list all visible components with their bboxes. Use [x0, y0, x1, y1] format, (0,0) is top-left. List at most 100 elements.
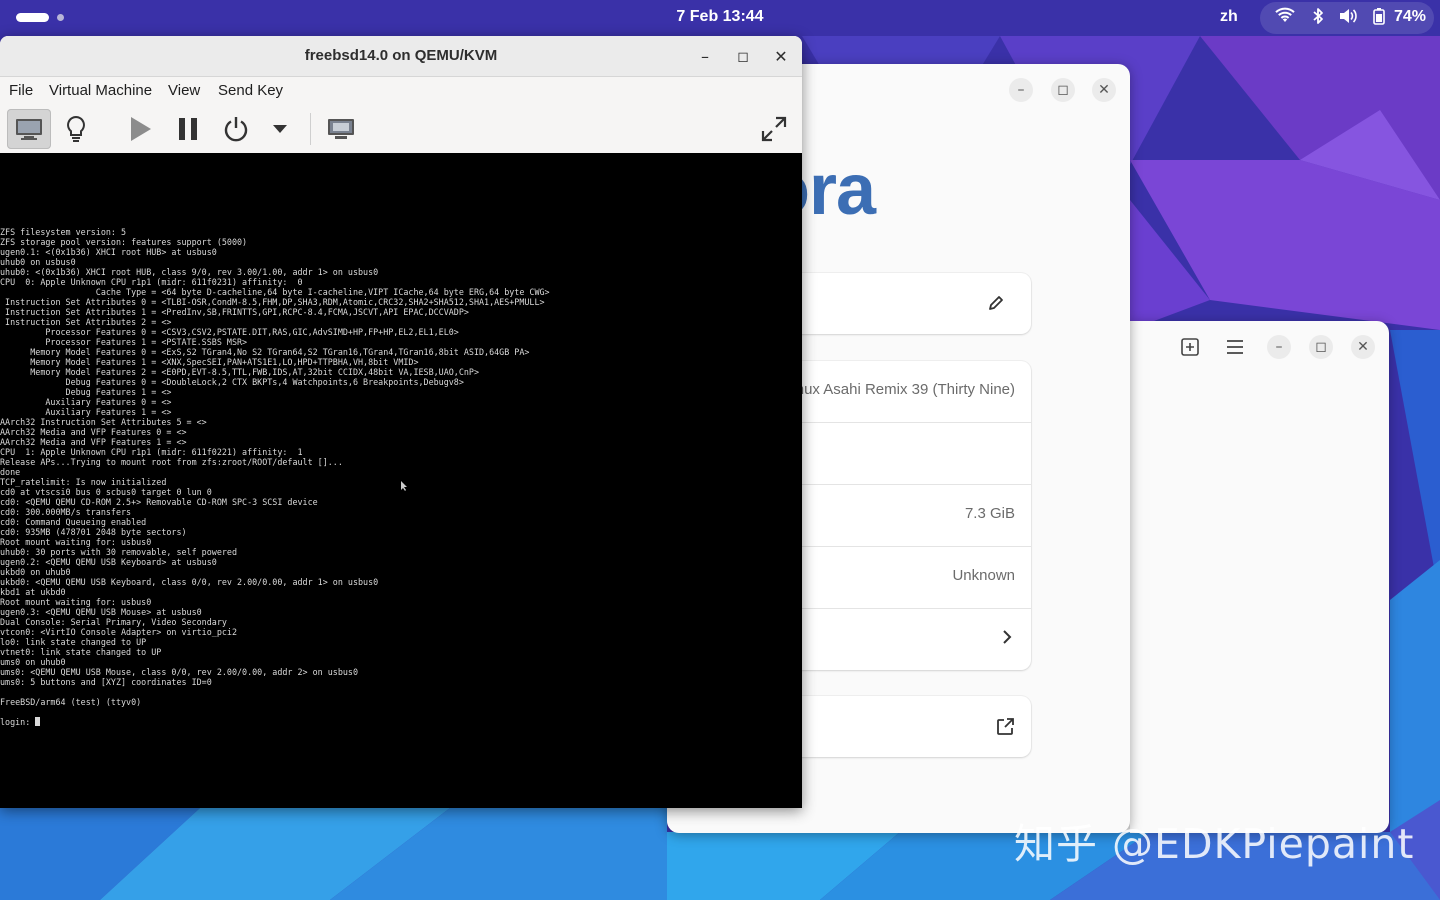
console-line: Instruction Set Attributes 2 = <>	[0, 317, 172, 327]
console-line: Root mount waiting for: usbus0	[0, 597, 152, 607]
vm-console-window[interactable]: freebsd14.0 on QEMU/KVM – ◻ ✕ File Virtu…	[0, 36, 802, 808]
console-line: Cache Type = <64 byte D-cacheline,64 byt…	[0, 287, 550, 297]
battery-percentage: 74%	[1394, 8, 1427, 25]
clock[interactable]: 7 Feb 13:44	[620, 8, 820, 26]
maximize-button[interactable]: ◻	[1051, 78, 1075, 102]
device-name-card[interactable]	[767, 273, 1031, 334]
console-line: Root mount waiting for: usbus0	[0, 537, 152, 547]
input-language-indicator[interactable]: zh	[1220, 8, 1238, 26]
console-line: Processor Features 0 = <CSV3,CSV2,PSTATE…	[0, 327, 459, 337]
pause-button[interactable]	[168, 109, 208, 149]
close-button[interactable]: ✕	[1092, 78, 1116, 102]
console-line: ums0 on uhub0	[0, 657, 66, 667]
console-view-icon	[16, 119, 42, 140]
console-line: ums0: 5 buttons and [XYZ] coordinates ID…	[0, 677, 212, 687]
console-line: ukbd0: <QEMU QEMU USB Keyboard, class 0/…	[0, 577, 379, 587]
watermark: 知乎 @EDKPiepaint	[1014, 820, 1415, 868]
details-lightbulb-icon	[67, 115, 85, 142]
new-tab-icon[interactable]	[1180, 337, 1200, 357]
console-line: lo0: link state changed to UP	[0, 637, 147, 647]
console-line: Release APs...Trying to mount root from …	[0, 457, 343, 467]
console-line: kbd1 at ukbd0	[0, 587, 66, 597]
system-details-link-row[interactable]	[767, 609, 1031, 670]
console-line: ZFS filesystem version: 5	[0, 227, 127, 237]
minimize-button[interactable]: –	[1267, 335, 1291, 359]
toolbar-separator	[310, 113, 311, 145]
console-line: Auxiliary Features 1 = <>	[0, 407, 172, 417]
console-line: done	[0, 467, 21, 477]
menu-virtual-machine[interactable]: Virtual Machine	[49, 82, 152, 99]
menu-bar: File Virtual Machine View Send Key	[0, 77, 802, 105]
wifi-icon	[1275, 7, 1295, 22]
menu-file[interactable]: File	[9, 82, 33, 99]
console-output: ZFS filesystem version: 5 ZFS storage poo…	[0, 227, 550, 727]
console-line: CPU 1: Apple Unknown CPU r1p1 (midr: 611…	[0, 447, 303, 457]
volume-icon	[1340, 9, 1357, 23]
console-line: uhub0: 30 ports with 30 removable, self …	[0, 547, 237, 557]
os-name-row: nux Asahi Remix 39 (Thirty Nine)	[767, 361, 1031, 423]
workspace-indicator-active	[16, 13, 49, 22]
background-window-right[interactable]: – ◻ ✕	[1130, 321, 1389, 833]
workspace-indicator-dot	[57, 14, 64, 21]
fullscreen-button[interactable]	[754, 109, 794, 149]
disk-capacity-row: 7.3 GiB	[767, 485, 1031, 547]
console-view-button[interactable]	[7, 109, 51, 149]
fullscreen-icon	[761, 116, 787, 142]
shutdown-dropdown-icon	[273, 125, 287, 133]
screenshot-button[interactable]	[321, 109, 361, 149]
minimize-button[interactable]: –	[1009, 78, 1033, 102]
shutdown-dropdown-button[interactable]	[262, 109, 298, 149]
console-line: AArch32 Instruction Set Attributes 5 = <…	[0, 417, 207, 427]
console-line: AArch32 Media and VFP Features 0 = <>	[0, 427, 187, 437]
unknown-info-value: Unknown	[952, 567, 1015, 584]
edit-pencil-icon[interactable]	[987, 294, 1005, 312]
screenshot-icon	[328, 119, 354, 139]
console-line: Auxiliary Features 0 = <>	[0, 397, 172, 407]
chevron-right-icon	[1003, 630, 1012, 644]
minimize-button[interactable]: –	[693, 45, 717, 69]
maximize-button[interactable]: ◻	[1309, 335, 1333, 359]
bluetooth-icon	[1313, 8, 1323, 24]
menu-view[interactable]: View	[168, 82, 200, 99]
run-button[interactable]	[120, 109, 160, 149]
close-button[interactable]: ✕	[769, 45, 793, 69]
battery-icon	[1373, 8, 1385, 25]
shutdown-button[interactable]	[216, 109, 256, 149]
hardware-row	[767, 423, 1031, 485]
console-line: AArch32 Media and VFP Features 1 = <>	[0, 437, 187, 447]
disk-capacity-value: 7.3 GiB	[964, 505, 1015, 522]
top-bar: 7 Feb 13:44 zh 74%	[0, 0, 1440, 36]
console-line: ZFS storage pool version: features suppo…	[0, 237, 248, 247]
mouse-pointer-icon	[401, 481, 407, 491]
maximize-button[interactable]: ◻	[731, 45, 755, 69]
console-line: vtcon0: <VirtIO Console Adapter> on virt…	[0, 627, 237, 637]
console-line: ugen0.2: <QEMU QEMU USB Keyboard> at usb…	[0, 557, 217, 567]
text-cursor	[35, 717, 41, 726]
vm-console-display[interactable]: ZFS filesystem version: 5 ZFS storage poo…	[0, 153, 802, 808]
details-view-button[interactable]	[56, 109, 96, 149]
console-line: uhub0 on usbus0	[0, 257, 76, 267]
console-line: Processor Features 1 = <PSTATE.SSBS MSR>	[0, 337, 248, 347]
console-line: ukbd0 on uhub0	[0, 567, 71, 577]
console-line: cd0 at vtscsi0 bus 0 scbus0 target 0 lun…	[0, 487, 212, 497]
menu-send-key[interactable]: Send Key	[218, 82, 283, 99]
console-line: ums0: <QEMU QEMU USB Mouse, class 0/0, r…	[0, 667, 358, 677]
console-line: cd0: Command Queueing enabled	[0, 517, 147, 527]
vm-titlebar[interactable]: freebsd14.0 on QEMU/KVM – ◻ ✕	[0, 36, 802, 77]
vm-toolbar	[0, 105, 802, 154]
console-line: login:	[0, 717, 550, 727]
pause-icon	[179, 118, 197, 140]
console-line: cd0: 300.000MB/s transfers	[0, 507, 132, 517]
console-line: FreeBSD/arm64 (test) (ttyv0)	[0, 697, 142, 707]
shutdown-icon	[224, 117, 248, 142]
menu-icon[interactable]	[1225, 338, 1245, 356]
console-line: ugen0.3: <QEMU QEMU USB Mouse> at usbus0	[0, 607, 202, 617]
external-link-card[interactable]	[767, 696, 1031, 757]
run-icon	[131, 117, 151, 141]
console-line: Debug Features 1 = <>	[0, 387, 172, 397]
unknown-info-row: Unknown	[767, 547, 1031, 609]
console-line: cd0: 935MB (478701 2048 byte sectors)	[0, 527, 187, 537]
close-button[interactable]: ✕	[1351, 335, 1375, 359]
console-line: vtnet0: link state changed to UP	[0, 647, 162, 657]
